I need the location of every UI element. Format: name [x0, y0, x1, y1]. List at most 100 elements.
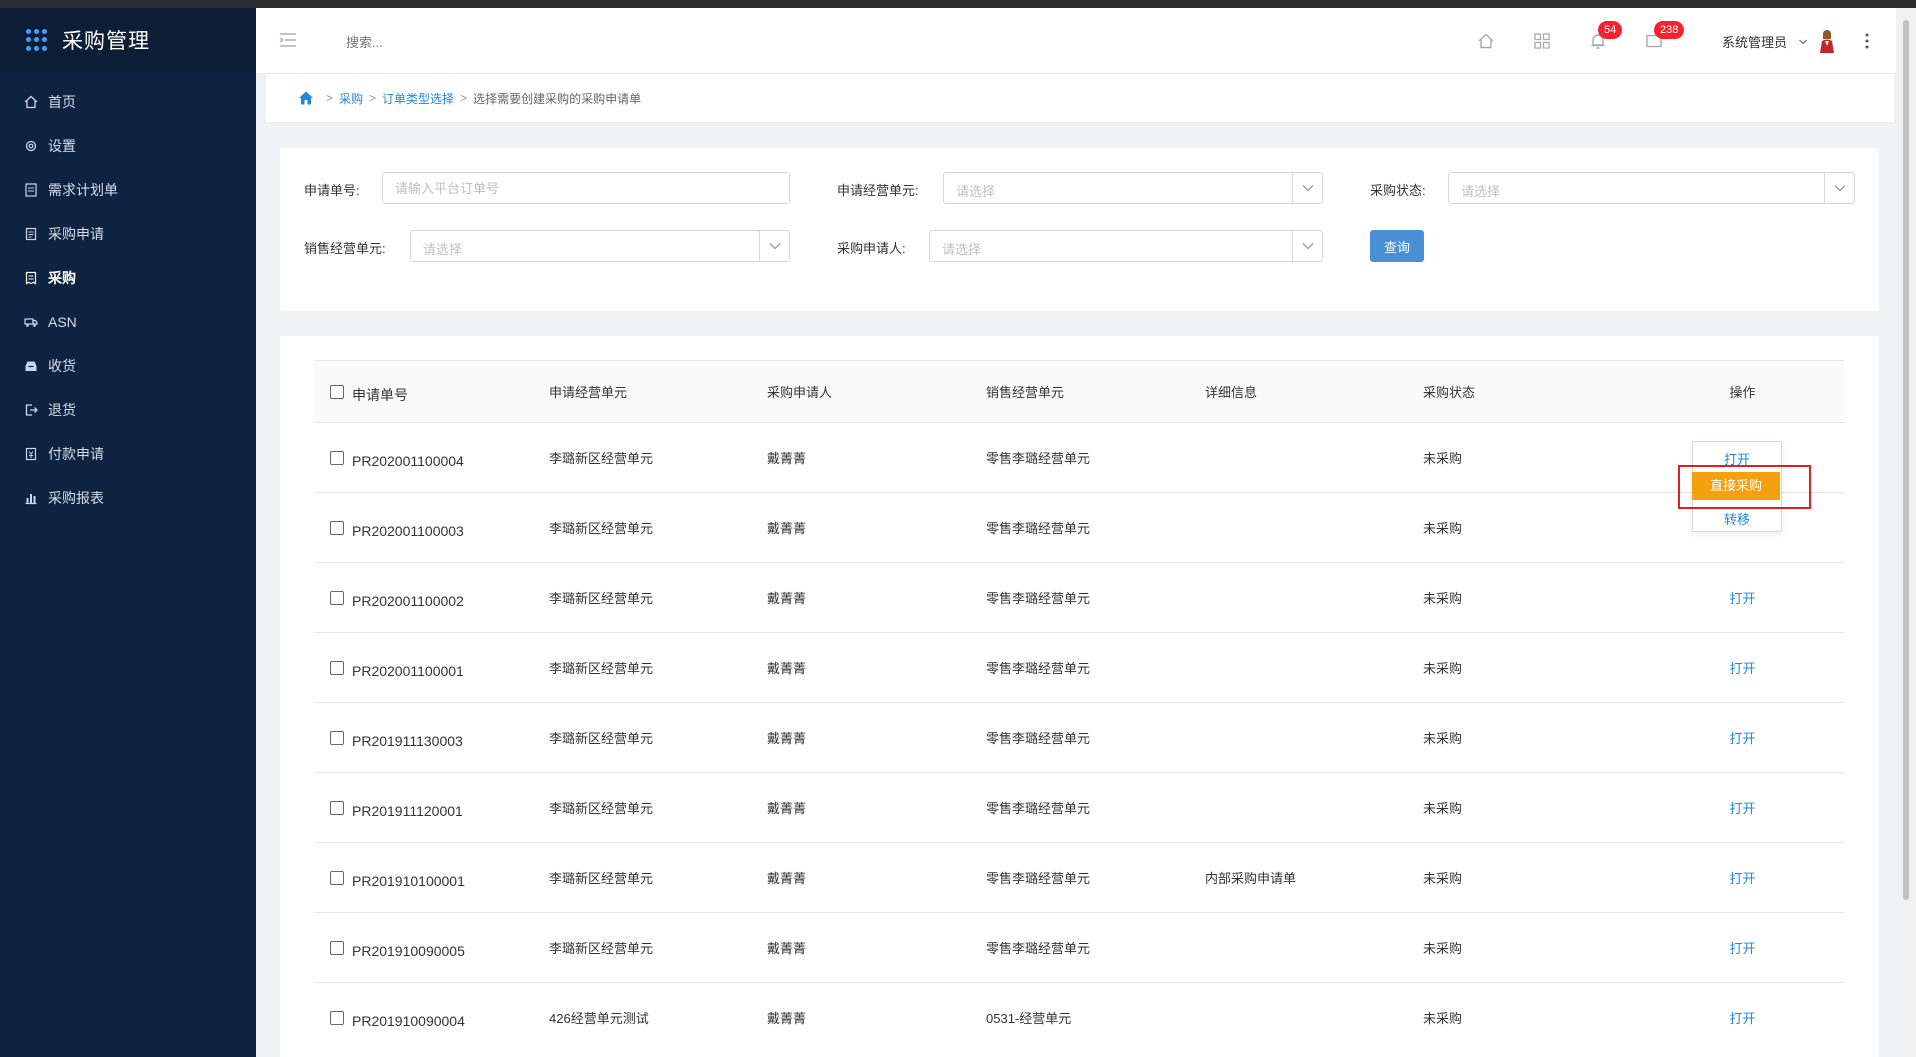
- bell-icon[interactable]: 54: [1588, 21, 1623, 51]
- dropdown-transfer-item[interactable]: 转移: [1693, 509, 1781, 528]
- apps-grid-icon[interactable]: [1532, 31, 1552, 51]
- row-status: 未采购: [1423, 871, 1463, 886]
- row-checkbox[interactable]: [330, 730, 344, 745]
- sidebar-item-label: 需求计划单: [48, 182, 118, 198]
- row-requester: 戴菁菁: [767, 661, 807, 676]
- row-sale-unit: 零售李璐经营单元: [986, 661, 1091, 676]
- sidebar-item-payment-request[interactable]: 付款申请: [0, 432, 256, 476]
- chevron-down-icon[interactable]: [1292, 173, 1322, 203]
- row-detail: [1205, 493, 1423, 563]
- clipboard-icon: [24, 227, 38, 241]
- app-grid-icon[interactable]: [26, 29, 48, 51]
- chevron-down-icon[interactable]: [1824, 173, 1854, 203]
- notification-count-badge: 54: [1598, 21, 1623, 39]
- breadcrumb-current: 选择需要创建采购的采购申请单: [473, 91, 642, 106]
- chevron-down-icon[interactable]: [759, 231, 789, 261]
- sidebar-item-purchase[interactable]: 采购: [0, 256, 256, 300]
- row-status: 未采购: [1423, 801, 1463, 816]
- chevron-down-icon[interactable]: [1292, 231, 1322, 261]
- brand: 采购管理: [0, 8, 256, 72]
- sidebar-item-asn[interactable]: ASN: [0, 300, 256, 344]
- row-id: PR201910090004: [352, 1013, 465, 1030]
- row-sale-unit: 0531-经营单元: [986, 1011, 1072, 1027]
- open-link[interactable]: 打开: [1729, 591, 1755, 606]
- breadcrumb-separator: >: [460, 91, 468, 105]
- gear-icon: [24, 139, 38, 153]
- header-detail: 详细信息: [1205, 385, 1258, 400]
- truck-icon: [24, 315, 38, 329]
- direct-purchase-button[interactable]: 直接采购: [1692, 472, 1780, 500]
- receipt-icon: [24, 271, 38, 285]
- sidebar-item-demand-plan[interactable]: 需求计划单: [0, 168, 256, 212]
- status-select[interactable]: 请选择: [1448, 172, 1855, 204]
- home-icon[interactable]: [298, 90, 314, 106]
- row-checkbox[interactable]: [330, 940, 344, 955]
- mail-icon[interactable]: 238: [1644, 21, 1685, 51]
- header-sale-unit: 销售经营单元: [986, 385, 1065, 400]
- query-button[interactable]: 查询: [1370, 230, 1424, 262]
- sidebar-item-purchase-report[interactable]: 采购报表: [0, 476, 256, 520]
- table-row: PR201910090005 李璐新区经营单元 戴菁菁 零售李璐经营单元 未采购…: [314, 912, 1844, 983]
- row-id: PR201911120001: [352, 802, 463, 819]
- breadcrumb-separator: >: [326, 91, 334, 105]
- open-link[interactable]: 打开: [1729, 731, 1755, 746]
- header-status: 采购状态: [1423, 385, 1476, 400]
- sidebar-item-purchase-request[interactable]: 采购申请: [0, 212, 256, 256]
- sale-unit-select[interactable]: 请选择: [410, 230, 790, 262]
- req-no-input[interactable]: [382, 172, 790, 204]
- row-checkbox[interactable]: [330, 1011, 344, 1026]
- inbox-icon: [24, 359, 38, 373]
- row-req-unit: 李璐新区经营单元: [549, 941, 654, 956]
- row-req-unit: 李璐新区经营单元: [549, 871, 654, 886]
- sidebar-item-settings[interactable]: 设置: [0, 124, 256, 168]
- row-checkbox[interactable]: [330, 520, 344, 535]
- row-checkbox[interactable]: [330, 870, 344, 885]
- select-all-checkbox[interactable]: [330, 384, 344, 399]
- menu-toggle-icon[interactable]: [278, 31, 298, 49]
- row-req-unit: 李璐新区经营单元: [549, 661, 654, 676]
- sidebar-item-label: 收货: [48, 358, 76, 374]
- open-link[interactable]: 打开: [1729, 801, 1755, 816]
- row-sale-unit: 零售李璐经营单元: [986, 731, 1091, 746]
- sidebar-item-label: 付款申请: [48, 446, 104, 462]
- user-name[interactable]: 系统管理员: [1722, 32, 1787, 51]
- row-sale-unit: 零售李璐经营单元: [986, 591, 1091, 606]
- requester-select[interactable]: 请选择: [929, 230, 1323, 262]
- row-requester: 戴菁菁: [767, 801, 807, 816]
- row-req-unit: 李璐新区经营单元: [549, 731, 654, 746]
- sidebar-item-returns[interactable]: 退货: [0, 388, 256, 432]
- breadcrumb-link-order-type[interactable]: 订单类型选择: [382, 90, 454, 107]
- dropdown-open-item[interactable]: 打开: [1693, 449, 1781, 468]
- bar-chart-icon: [24, 491, 38, 505]
- requester-placeholder: 请选择: [942, 242, 982, 257]
- more-vertical-icon[interactable]: [1864, 32, 1870, 50]
- search-input[interactable]: [346, 30, 646, 54]
- row-requester: 戴菁菁: [767, 521, 807, 536]
- home-icon[interactable]: [1476, 31, 1496, 51]
- chevron-down-icon[interactable]: [1798, 35, 1808, 45]
- row-detail: [1205, 633, 1423, 703]
- sale-unit-placeholder: 请选择: [423, 242, 463, 257]
- header-op: 操作: [1729, 385, 1756, 400]
- row-detail: [1205, 423, 1423, 493]
- row-checkbox[interactable]: [330, 660, 344, 675]
- row-checkbox[interactable]: [330, 450, 344, 465]
- row-status: 未采购: [1423, 731, 1463, 746]
- status-label: 采购状态:: [1370, 183, 1426, 198]
- row-checkbox[interactable]: [330, 590, 344, 605]
- row-checkbox[interactable]: [330, 800, 344, 815]
- sidebar-item-home[interactable]: 首页: [0, 80, 256, 124]
- breadcrumb-separator: >: [369, 91, 377, 105]
- req-unit-select[interactable]: 请选择: [943, 172, 1323, 204]
- open-link[interactable]: 打开: [1729, 661, 1755, 676]
- row-requester: 戴菁菁: [767, 451, 807, 466]
- page-scrollbar[interactable]: [1896, 8, 1916, 1057]
- open-link[interactable]: 打开: [1729, 1011, 1755, 1026]
- avatar[interactable]: [1818, 28, 1836, 54]
- open-link[interactable]: 打开: [1729, 871, 1755, 886]
- sidebar: 采购管理 首页 设置 需求计划单 采购申请 采购 ASN 收货 退货 付款申请 …: [0, 8, 256, 1057]
- scrollbar-thumb[interactable]: [1903, 20, 1909, 900]
- breadcrumb-link-purchase[interactable]: 采购: [339, 90, 363, 107]
- sidebar-item-receiving[interactable]: 收货: [0, 344, 256, 388]
- open-link[interactable]: 打开: [1729, 941, 1755, 956]
